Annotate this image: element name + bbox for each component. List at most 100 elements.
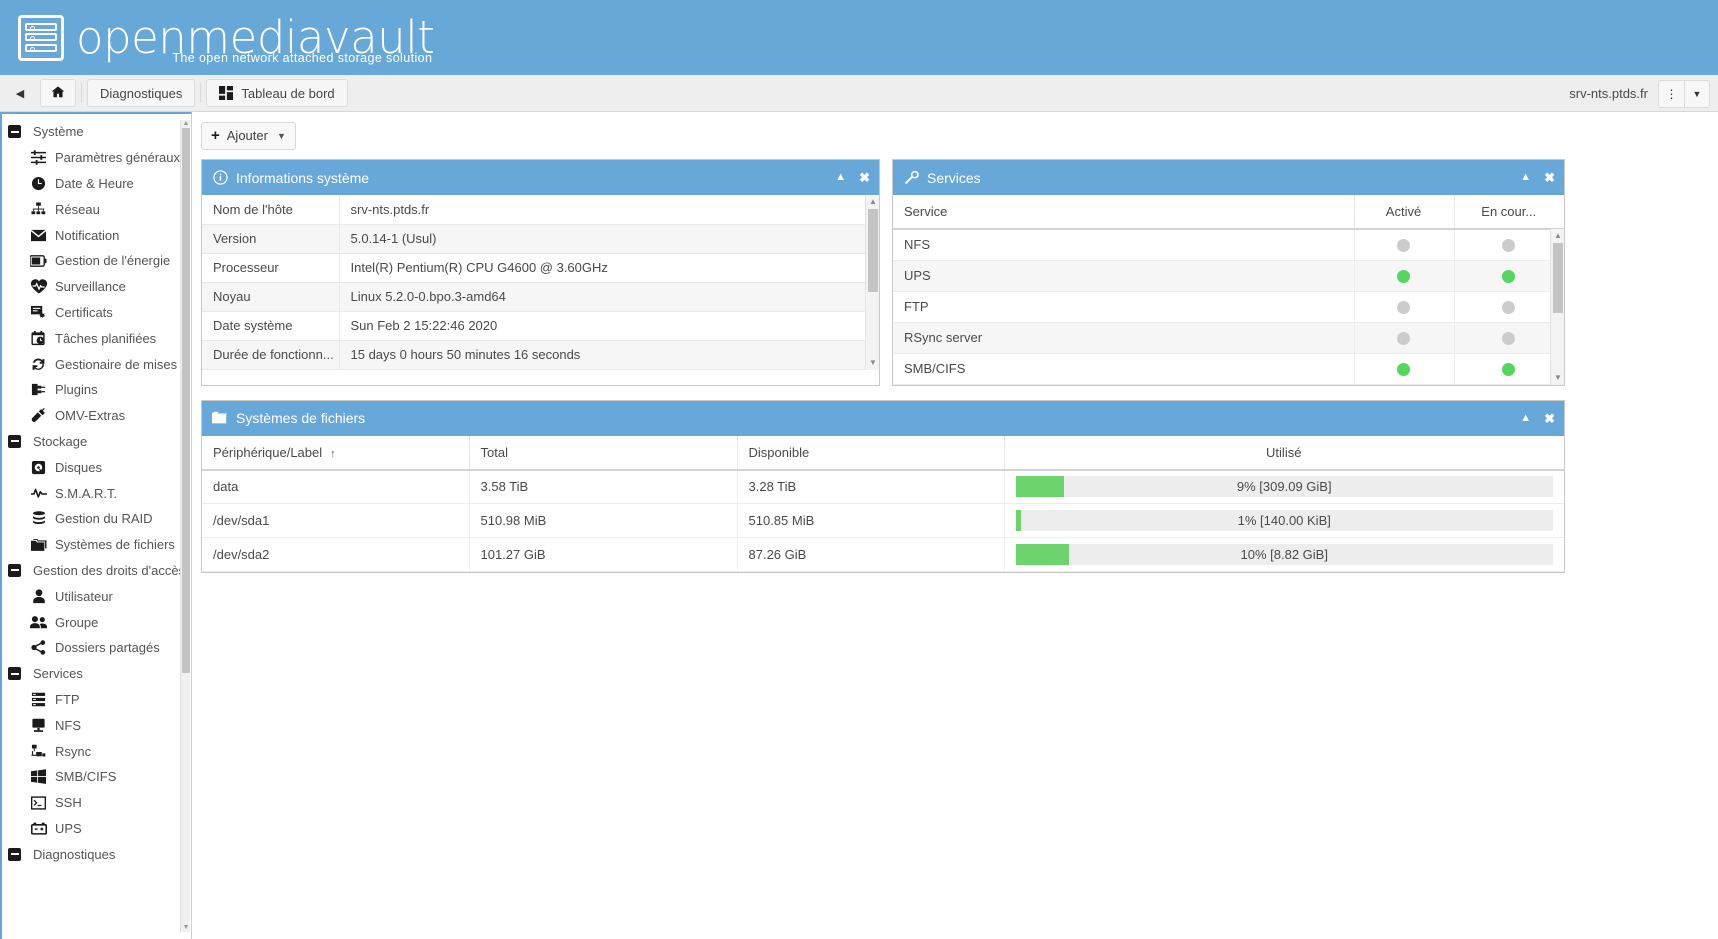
sidebar-scrollbar[interactable]: ▲ ▼ <box>180 120 190 932</box>
sidebar-item-ups[interactable]: UPS <box>2 816 191 842</box>
services-scrollbar[interactable]: ▲ ▼ <box>1550 229 1564 385</box>
table-row[interactable]: SMB/CIFS <box>893 353 1564 385</box>
table-row[interactable]: RSync server <box>893 322 1564 354</box>
system-info-scrollbar[interactable]: ▲ ▼ <box>865 195 879 370</box>
column-header[interactable]: Utilisé <box>1004 435 1564 471</box>
sidebar-scroll-thumb[interactable] <box>182 128 190 673</box>
minus-box-icon[interactable] <box>8 847 21 861</box>
heartbeat-icon <box>30 279 47 295</box>
sidebar-item-date-heure[interactable]: Date & Heure <box>2 171 191 197</box>
sidebar-item-nfs[interactable]: NFS <box>2 712 191 738</box>
sidebar-item-gestion-du-raid[interactable]: Gestion du RAID <box>2 506 191 532</box>
column-header[interactable]: Total <box>469 435 738 471</box>
sidebar-item-omv-extras[interactable]: OMV-Extras <box>2 403 191 429</box>
panel-header: Services ▲ ✖ <box>893 160 1564 195</box>
sidebar-item-smb-cifs[interactable]: SMB/CIFS <box>2 764 191 790</box>
user-menu-button[interactable]: ▼ <box>1684 79 1710 108</box>
sidebar-item-syst-me[interactable]: Système <box>2 119 191 145</box>
column-header[interactable]: Service <box>893 195 1354 230</box>
column-header[interactable]: Activé <box>1353 195 1454 230</box>
sidebar-scroll-area[interactable]: Système Paramètres généraux Date & Heure Ré… <box>2 114 191 939</box>
sidebar-item-stockage[interactable]: Stockage <box>2 429 191 455</box>
scroll-thumb[interactable] <box>1553 243 1563 313</box>
table-row[interactable]: UPS <box>893 260 1564 292</box>
sidebar-item-gestionaire-de-mises[interactable]: Gestionaire de mises à <box>2 351 191 377</box>
column-header-label: Total <box>480 444 508 460</box>
chevron-down-icon: ▼ <box>276 130 286 141</box>
tab-tableau-de-bord[interactable]: Tableau de bord <box>206 79 348 107</box>
tab-diagnostiques[interactable]: Diagnostiques <box>87 79 196 107</box>
sidebar-item-groupe[interactable]: Groupe <box>2 609 191 635</box>
filesystem-device: /dev/sda1 <box>202 503 470 538</box>
sidebar-item-label: Utilisateur <box>55 588 113 604</box>
column-header[interactable]: En cour... <box>1453 195 1564 230</box>
usage-progress-bar: 9% [309.09 GiB] <box>1015 476 1553 498</box>
toolbar-separator <box>81 83 82 103</box>
panel-close-button[interactable]: ✖ <box>859 171 870 184</box>
panel-collapse-button[interactable]: ▲ <box>1520 172 1531 183</box>
sort-ascending-icon: ↑ <box>330 447 336 460</box>
panel-close-button[interactable]: ✖ <box>1544 412 1555 425</box>
minus-box-icon[interactable] <box>8 563 21 577</box>
panel-collapse-button[interactable]: ▲ <box>1520 412 1531 424</box>
minus-box-icon[interactable] <box>8 434 21 448</box>
table-row[interactable]: /dev/sda1 510.98 MiB 510.85 MiB 1% [140.00 … <box>202 503 1564 538</box>
sidebar-item-ssh[interactable]: SSH <box>2 790 191 816</box>
sidebar-item-label: Disques <box>55 459 102 475</box>
table-row[interactable]: Date système Sun Feb 2 15:22:46 2020 <box>202 311 879 341</box>
home-button[interactable] <box>40 79 76 107</box>
sidebar-item-notification[interactable]: Notification <box>2 222 191 248</box>
sidebar-item-gestion-de-l-nergie[interactable]: Gestion de l'énergie <box>2 248 191 274</box>
sidebar-item-s-m-a-r-t[interactable]: S.M.A.R.T. <box>2 480 191 506</box>
scroll-down-arrow-icon[interactable]: ▼ <box>182 924 190 932</box>
sidebar-item-t-ches-planifi-es[interactable]: Tâches planifiées <box>2 325 191 351</box>
scroll-up-arrow-icon[interactable]: ▲ <box>182 120 190 128</box>
status-enabled-dot <box>1397 301 1410 315</box>
sidebar-item-dossiers-partag-s[interactable]: Dossiers partagés <box>2 635 191 661</box>
sidebar-item-syst-mes-de-fichiers[interactable]: Systèmes de fichiers <box>2 532 191 558</box>
panel-close-button[interactable]: ✖ <box>1544 171 1555 184</box>
table-row[interactable]: data 3.58 TiB 3.28 TiB 9% [309.09 GiB] <box>202 469 1564 504</box>
table-row[interactable]: FTP <box>893 291 1564 323</box>
sidebar-item-ftp[interactable]: FTP <box>2 687 191 713</box>
sidebar-collapse-button[interactable]: ◀ <box>0 75 40 112</box>
scroll-up-arrow-icon[interactable]: ▲ <box>1551 229 1565 243</box>
sidebar-item-utilisateur[interactable]: Utilisateur <box>2 583 191 609</box>
sidebar-item-rsync[interactable]: Rsync <box>2 738 191 764</box>
sidebar-item-services[interactable]: Services <box>2 661 191 687</box>
info-value: srv-nts.ptds.fr <box>339 195 879 225</box>
scroll-down-arrow-icon[interactable]: ▼ <box>866 356 880 370</box>
sidebar-item-surveillance[interactable]: Surveillance <box>2 274 191 300</box>
sidebar-item-param-tres-g-n-raux[interactable]: Paramètres généraux <box>2 145 191 171</box>
table-row[interactable]: Version 5.0.14-1 (Usul) <box>202 224 879 254</box>
sidebar-item-diagnostiques[interactable]: Diagnostiques <box>2 841 191 867</box>
scroll-down-arrow-icon[interactable]: ▼ <box>1551 371 1565 385</box>
panel-collapse-button[interactable]: ▲ <box>835 172 846 183</box>
sidebar-item-gestion-des-droits-d-acc-s[interactable]: Gestion des droits d'accès <box>2 558 191 584</box>
ups-battery-icon <box>30 820 47 836</box>
table-row[interactable]: Noyau Linux 5.2.0-0.bpo.3-amd64 <box>202 282 879 312</box>
minus-box-icon[interactable] <box>8 667 21 681</box>
table-row[interactable]: /dev/sda2 101.27 GiB 87.26 GiB 10% [8.82 Gi… <box>202 537 1564 572</box>
table-row[interactable]: NFS <box>893 229 1564 261</box>
status-enabled-dot-cell <box>1353 229 1454 261</box>
overflow-menu-button[interactable]: ⋮ <box>1658 79 1684 108</box>
column-header[interactable]: Périphérique/Label ↑ <box>202 435 470 471</box>
scroll-up-arrow-icon[interactable]: ▲ <box>866 195 880 209</box>
panel-systemes-de-fichiers: Systèmes de fichiers ▲ ✖ Périphérique/La… <box>201 399 1565 573</box>
sidebar-item-r-seau[interactable]: Réseau <box>2 196 191 222</box>
column-header[interactable]: Disponible <box>737 435 1005 471</box>
app-body: Système Paramètres généraux Date & Heure Ré… <box>0 112 1718 939</box>
sidebar-item-disques[interactable]: Disques <box>2 454 191 480</box>
hard-disk-icon <box>30 459 47 475</box>
scroll-thumb[interactable] <box>868 209 878 292</box>
table-row[interactable]: Durée de fonctionn... 15 days 0 hours 50 … <box>202 340 879 370</box>
minus-box-icon[interactable] <box>8 125 21 139</box>
table-row[interactable]: Nom de l'hôte srv-nts.ptds.fr <box>202 195 879 225</box>
info-value: Sun Feb 2 15:22:46 2020 <box>339 311 879 341</box>
table-row[interactable]: Processeur Intel(R) Pentium(R) CPU G4600 … <box>202 253 879 283</box>
sidebar-item-plugins[interactable]: Plugins <box>2 377 191 403</box>
add-widget-button[interactable]: + Ajouter ▼ <box>201 121 296 150</box>
sidebar-item-certificats[interactable]: Certificats <box>2 300 191 326</box>
panel-header: Informations système ▲ ✖ <box>202 160 879 195</box>
